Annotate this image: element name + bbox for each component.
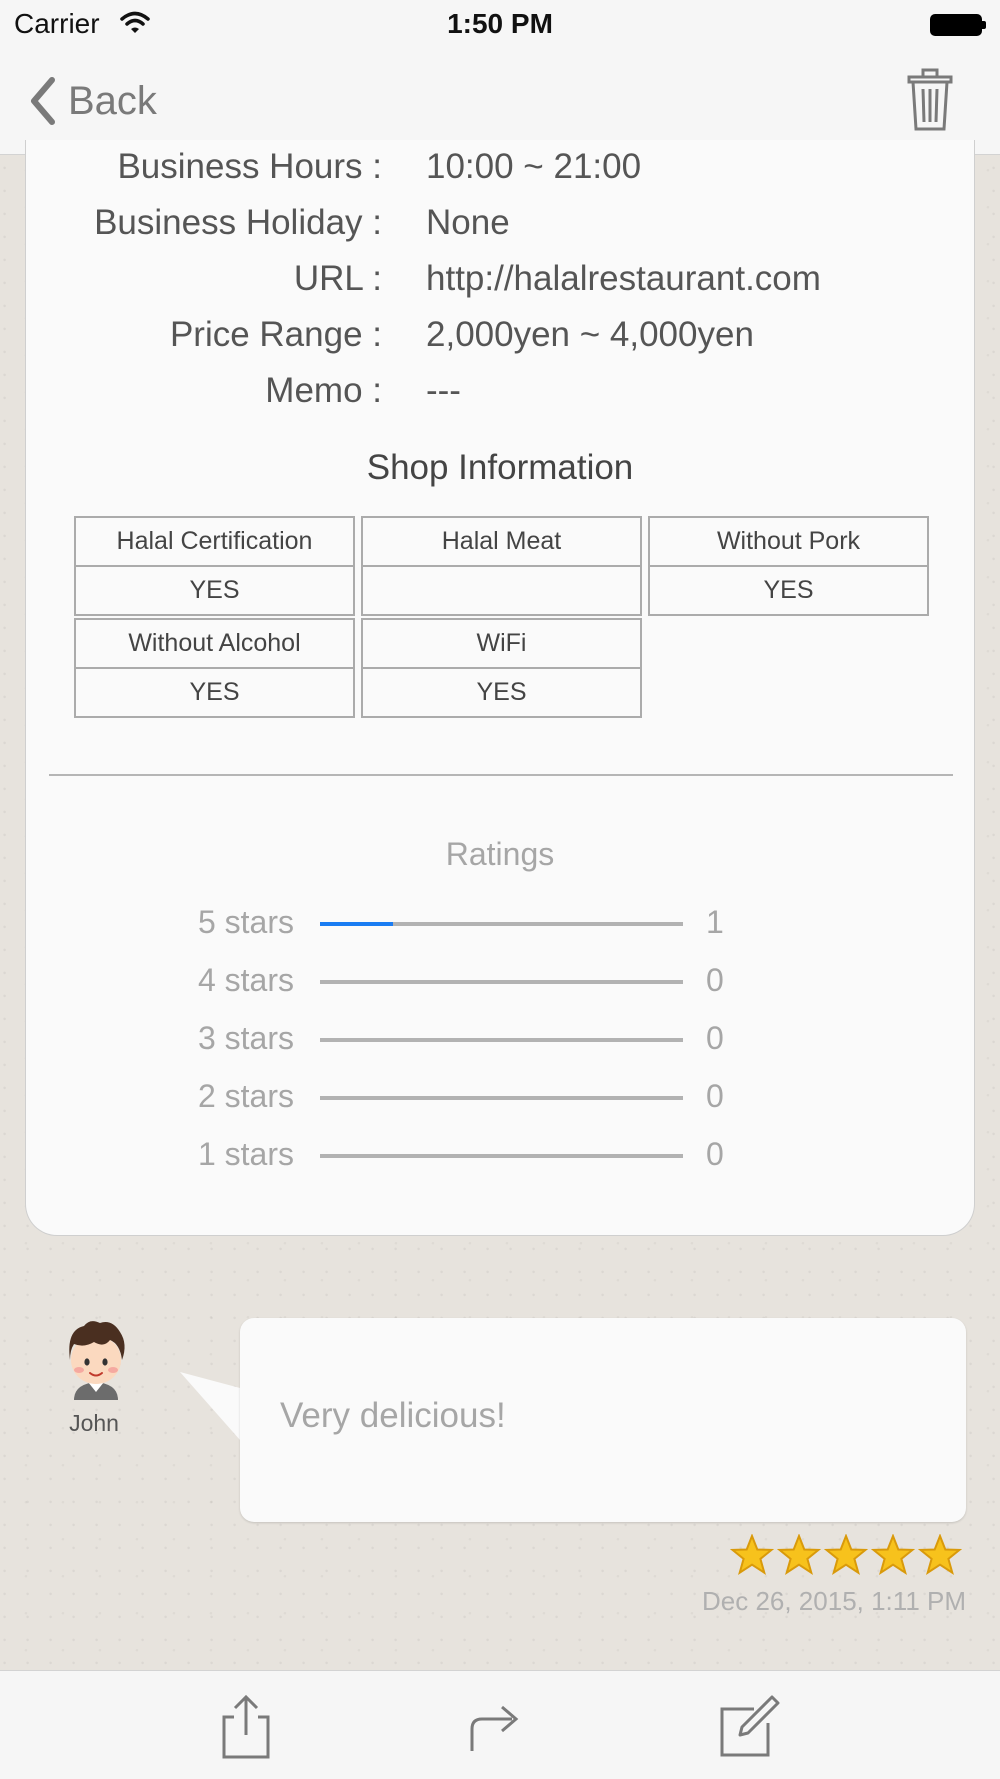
shop-info-name: Halal Meat (441, 527, 562, 555)
shop-info-cell: WiFi YES (361, 618, 642, 718)
rating-row-3: 3 stars 0 (26, 1020, 974, 1060)
rating-bar (320, 1038, 683, 1042)
shop-info-cell: Without Alcohol YES (74, 618, 355, 718)
shop-detail-card: Business Hours : 10:00 ~ 21:00 Business … (25, 140, 975, 1236)
back-button[interactable]: Back (28, 76, 157, 126)
battery-icon (930, 14, 986, 36)
shop-info-value: YES (76, 565, 353, 614)
clock: 1:50 PM (447, 8, 553, 39)
rating-bar (320, 1096, 683, 1100)
info-value: None (426, 203, 510, 242)
shop-info-name: Without Pork (716, 527, 861, 555)
rating-bar (320, 980, 683, 984)
trash-icon[interactable] (906, 68, 954, 132)
share-icon[interactable] (214, 1693, 278, 1759)
chevron-left-icon (31, 77, 55, 125)
shop-info-name: WiFi (476, 629, 527, 657)
rating-count: 0 (706, 1078, 724, 1114)
bottom-toolbar (0, 1670, 1000, 1779)
speech-bubble-tail (180, 1372, 240, 1440)
star-icon (871, 1534, 915, 1575)
user-avatar[interactable] (60, 1318, 132, 1400)
info-label: URL : (293, 259, 382, 298)
star-icon (824, 1534, 868, 1575)
info-value: 2,000yen ~ 4,000yen (426, 315, 754, 354)
info-label: Price Range : (169, 315, 382, 354)
review-username: John (69, 1410, 119, 1436)
info-label: Business Hours : (117, 147, 382, 186)
url-row: URL : http://halalrestaurant.com (26, 259, 974, 315)
rating-bar (320, 1154, 683, 1158)
rating-label: 3 stars (197, 1020, 294, 1056)
review-bubble: Very delicious! (240, 1318, 966, 1522)
business-hours-row: Business Hours : 10:00 ~ 21:00 (26, 147, 974, 203)
memo-row: Memo : --- (26, 371, 974, 427)
rating-label: 1 stars (197, 1136, 294, 1172)
price-range-row: Price Range : 2,000yen ~ 4,000yen (26, 315, 974, 371)
shop-info-value: YES (76, 667, 353, 716)
rating-label: 2 stars (197, 1078, 294, 1114)
rating-label: 4 stars (197, 962, 294, 998)
info-value: 10:00 ~ 21:00 (426, 147, 642, 186)
rating-count: 0 (706, 962, 724, 998)
back-label: Back (68, 78, 157, 123)
rating-bar (320, 922, 683, 926)
rating-count: 1 (706, 904, 724, 940)
shop-information-title: Shop Information (366, 448, 634, 487)
url-link[interactable]: http://halalrestaurant.com (426, 259, 821, 299)
shop-info-cell: Halal Certification YES (74, 516, 355, 616)
review-date: Dec 26, 2015, 1:11 PM (701, 1586, 966, 1616)
rating-count: 0 (706, 1020, 724, 1056)
shop-info-name: Without Alcohol (128, 629, 301, 657)
shop-info-cell: Halal Meat (361, 516, 642, 616)
shop-info-cell: Without Pork YES (648, 516, 929, 616)
shop-info-name: Halal Certification (116, 527, 313, 555)
rating-row-4: 4 stars 0 (26, 962, 974, 1002)
review-comment: Very delicious! (280, 1396, 506, 1435)
rating-row-5: 5 stars 1 (26, 904, 974, 944)
info-label: Business Holiday : (94, 203, 382, 242)
forward-icon[interactable] (464, 1693, 528, 1759)
compose-icon[interactable] (716, 1693, 780, 1759)
ratings-title: Ratings (445, 836, 555, 872)
status-bar: Carrier 1:50 PM (0, 0, 1000, 50)
shop-info-value: YES (363, 667, 640, 716)
rating-count: 0 (706, 1136, 724, 1172)
section-divider (49, 774, 953, 776)
shop-info-value (363, 565, 640, 614)
shop-info-value: YES (650, 565, 927, 614)
review-stars (730, 1534, 962, 1576)
rating-bar-fill (320, 922, 393, 926)
info-label: Memo : (265, 371, 382, 410)
info-value: --- (426, 371, 461, 410)
rating-label: 5 stars (197, 904, 294, 940)
star-icon (730, 1534, 774, 1575)
rating-row-1: 1 stars 0 (26, 1136, 974, 1176)
rating-row-2: 2 stars 0 (26, 1078, 974, 1118)
star-icon (918, 1534, 962, 1575)
business-holiday-row: Business Holiday : None (26, 203, 974, 259)
star-icon (777, 1534, 821, 1575)
